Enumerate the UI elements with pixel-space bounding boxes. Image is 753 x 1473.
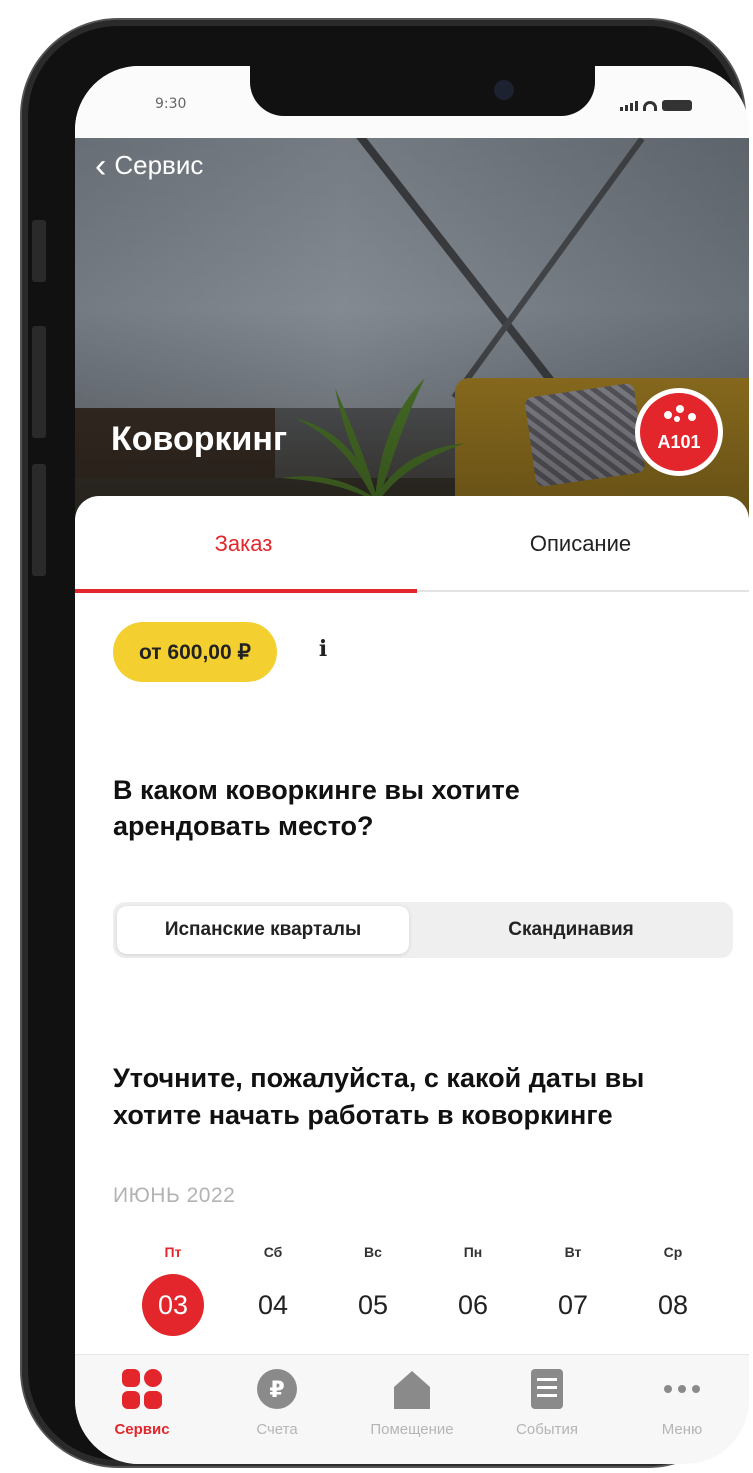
back-label: Сервис <box>114 150 204 180</box>
grid-icon <box>118 1365 166 1413</box>
status-time: 9:30 <box>155 96 187 112</box>
location-question: В каком коворкинге вы хотите арендовать … <box>113 775 520 841</box>
date-number: 07 <box>557 1290 589 1320</box>
back-button[interactable]: ‹ Сервис <box>95 146 204 185</box>
brand-name: A101 <box>657 432 701 452</box>
info-icon[interactable]: i <box>310 636 336 666</box>
notch <box>250 66 595 116</box>
ruble-icon: ₽ <box>253 1365 301 1413</box>
status-icons <box>620 100 692 111</box>
content-sheet: Заказ Описание от 600,00 ₽ i В каком ков… <box>75 496 749 1354</box>
phone-frame: 9:30 ‹ Сервис Коворкинг A101 Заказ Описа… <box>22 20 749 1466</box>
document-icon <box>523 1365 571 1413</box>
date-number: 05 <box>357 1290 389 1320</box>
tabbar-item-premises[interactable]: Помещение <box>357 1365 467 1455</box>
camera <box>494 80 514 100</box>
tabbar-item-service[interactable]: Сервис <box>87 1365 197 1455</box>
tabbar-item-menu[interactable]: Меню <box>627 1365 737 1455</box>
tabbar-label: Помещение <box>370 1421 454 1438</box>
tabbar-item-events[interactable]: События <box>492 1365 602 1455</box>
tabbar-label: Сервис <box>114 1421 170 1438</box>
signal-icon <box>620 101 638 111</box>
tabbar-label: Счета <box>256 1421 298 1438</box>
date-number: 03 <box>142 1274 204 1336</box>
location-option-scandinavia[interactable]: Скандинавия <box>413 906 729 954</box>
weekday-label: Пн <box>463 1244 483 1260</box>
house-icon <box>388 1365 436 1413</box>
tab-description[interactable]: Описание <box>412 496 749 592</box>
date-item[interactable]: Ср 08 <box>623 1240 723 1340</box>
tabbar-label: События <box>516 1421 578 1438</box>
date-number: 04 <box>257 1290 289 1320</box>
screen: 9:30 ‹ Сервис Коворкинг A101 Заказ Описа… <box>75 66 749 1464</box>
brand-logo: A101 <box>635 388 723 476</box>
page-title: Коворкинг <box>111 420 288 458</box>
tab-active-indicator <box>75 589 417 593</box>
date-item[interactable]: Пт 03 <box>123 1240 223 1340</box>
brand-badge: A101 <box>640 393 718 471</box>
date-item[interactable]: Пн 06 <box>423 1240 523 1340</box>
more-icon <box>658 1365 706 1413</box>
date-number: 08 <box>657 1290 689 1320</box>
tabbar-item-accounts[interactable]: ₽ Счета <box>222 1365 332 1455</box>
tab-bar-top: Заказ Описание <box>75 496 749 593</box>
weekday-label: Вс <box>364 1244 382 1260</box>
location-segmented-control: Испанские кварталы Скандинавия <box>113 902 733 958</box>
date-question: Уточните, пожалуйста, с какой даты вы хо… <box>113 1063 645 1130</box>
side-button <box>32 326 46 438</box>
date-item[interactable]: Вт 07 <box>523 1240 623 1340</box>
location-option-spanish-quarters[interactable]: Испанские кварталы <box>117 906 409 954</box>
date-picker: Пт 03 Сб 04 Вс 05 Пн 06 Вт 07 Ср 08 <box>123 1240 723 1340</box>
weekday-label: Сб <box>263 1244 283 1260</box>
wifi-icon <box>643 101 657 111</box>
tabbar-label: Меню <box>661 1421 703 1438</box>
chevron-left-icon: ‹ <box>95 146 107 185</box>
hero-banner: ‹ Сервис Коворкинг A101 <box>75 138 749 518</box>
weekday-label: Вт <box>564 1244 582 1260</box>
date-number: 06 <box>457 1290 489 1320</box>
date-item[interactable]: Вс 05 <box>323 1240 423 1340</box>
weekday-label: Ср <box>663 1244 683 1260</box>
date-item[interactable]: Сб 04 <box>223 1240 323 1340</box>
side-button <box>32 464 46 576</box>
brand-dots-icon <box>662 405 698 425</box>
tab-order[interactable]: Заказ <box>75 496 412 592</box>
side-button <box>32 220 46 282</box>
bottom-tab-bar: Сервис ₽ Счета Помещение События Меню <box>75 1354 749 1464</box>
svg-text:₽: ₽ <box>269 1378 284 1403</box>
battery-icon <box>662 100 692 111</box>
month-label: ИЮНЬ 2022 <box>113 1184 236 1207</box>
price-badge: от 600,00 ₽ <box>113 622 277 682</box>
weekday-label: Пт <box>164 1244 182 1260</box>
